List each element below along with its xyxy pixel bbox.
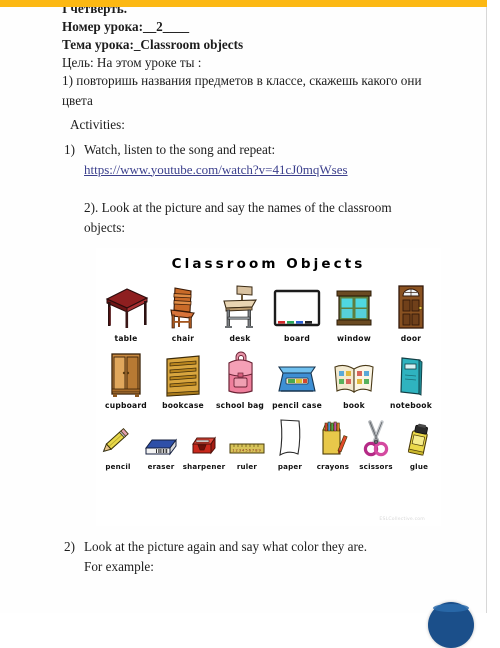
cupboard-icon: [98, 351, 155, 397]
activity-2: 2). Look at the picture and say the name…: [84, 200, 392, 235]
poster-label: chair: [171, 334, 195, 343]
poster-label: door: [400, 334, 422, 343]
poster-label: bookcase: [162, 401, 204, 410]
notebook-icon: [383, 351, 440, 397]
aim-label: Цель: На этом уроке ты :: [62, 55, 202, 70]
activity-1-marker: 1): [64, 142, 75, 157]
poster-label: desk: [229, 334, 251, 343]
activity-3-text: Look at the picture again and say what c…: [84, 539, 368, 554]
eraser-icon: [140, 418, 183, 458]
poster-item-cupboard: cupboard: [98, 351, 155, 410]
poster-item-glue: glue: [398, 418, 441, 471]
document-page: I четверть. Номер урока:__2____ Тема уро…: [0, 0, 487, 613]
desk-icon: [212, 284, 269, 330]
poster-label: window: [337, 334, 371, 343]
poster-item-bookcase: bookcase: [155, 351, 212, 410]
pencil-case-icon: [269, 351, 326, 397]
poster-item-ruler: 123456789 ruler: [226, 418, 269, 471]
poster-item-chair: chair: [155, 284, 212, 343]
youtube-link[interactable]: https://www.youtube.com/watch?v=41cJ0mqW…: [84, 162, 348, 177]
table-icon: [98, 284, 155, 330]
poster-label: paper: [277, 462, 303, 471]
poster-item-scissors: scissors: [355, 418, 398, 471]
crayons-icon: [312, 418, 355, 458]
lesson-topic-heading: Тема урока:_Classroom objects: [62, 37, 244, 52]
poster-label: table: [114, 334, 138, 343]
activity-1-text: Watch, listen to the song and repeat:: [84, 142, 276, 157]
poster-item-window: window: [326, 284, 383, 343]
poster-item-door: door: [383, 284, 440, 343]
lesson-number-heading: Номер урока:__2____: [62, 19, 190, 34]
top-accent-bar: [0, 0, 487, 7]
activities-label: Activities:: [70, 117, 125, 132]
poster-label: cupboard: [105, 401, 147, 410]
poster-item-notebook: notebook: [383, 351, 440, 410]
right-gutter[interactable]: [486, 0, 500, 613]
poster-label: pencil: [105, 462, 131, 471]
poster-label: sharpener: [182, 462, 226, 471]
scissors-icon: [355, 418, 398, 458]
aim-item-1: 1) повторишь названия предметов в классе…: [62, 73, 422, 108]
poster-label: pencil case: [272, 401, 322, 410]
poster-item-board: board: [269, 284, 326, 343]
book-icon: [326, 351, 383, 397]
poster-item-book: book: [326, 351, 383, 410]
poster-label: board: [284, 334, 310, 343]
poster-label: notebook: [390, 401, 432, 410]
floating-action-button[interactable]: [428, 602, 474, 648]
ruler-icon: 123456789: [226, 418, 269, 458]
poster-label: crayons: [316, 462, 350, 471]
poster-label: eraser: [147, 462, 175, 471]
paper-icon: [269, 418, 312, 458]
activity-1: 1) Watch, listen to the song and repeat: …: [64, 140, 464, 179]
chair-icon: [155, 284, 212, 330]
poster-row-2: cupboard bookcase school bag pencil case…: [96, 351, 441, 410]
ruler-digits: 123456789: [232, 449, 262, 453]
school-bag-icon: [212, 351, 269, 397]
pencil-icon: [97, 418, 140, 458]
activity-3-marker: 2): [64, 539, 75, 554]
poster-label: school bag: [215, 401, 265, 410]
board-icon: [269, 284, 326, 330]
bookcase-icon: [155, 351, 212, 397]
activity-3-sub: For example:: [84, 558, 154, 574]
poster-label: scissors: [359, 462, 393, 471]
window-icon: [326, 284, 383, 330]
poster-item-eraser: eraser: [140, 418, 183, 471]
sharpener-icon: [183, 418, 226, 458]
poster-title: Classroom Objects: [171, 256, 366, 272]
poster-item-sharpener: sharpener: [183, 418, 226, 471]
poster-item-desk: desk: [212, 284, 269, 343]
classroom-objects-poster: Classroom Objects table chair desk board…: [96, 248, 441, 526]
poster-watermark: ESLCollective.com: [379, 517, 425, 522]
poster-item-pencil-case: pencil case: [269, 351, 326, 410]
glue-icon: [398, 418, 441, 458]
poster-label: book: [343, 401, 365, 410]
poster-label: ruler: [236, 462, 258, 471]
poster-item-table: table: [98, 284, 155, 343]
poster-item-crayons: crayons: [312, 418, 355, 471]
poster-item-pencil: pencil: [97, 418, 140, 471]
poster-label: glue: [409, 462, 429, 471]
poster-item-school-bag: school bag: [212, 351, 269, 410]
poster-item-paper: paper: [269, 418, 312, 471]
door-icon: [383, 284, 440, 330]
poster-row-3: pencil eraser sharpener 123456789 ruler …: [96, 418, 441, 471]
activity-3: 2) Look at the picture again and say what…: [64, 537, 464, 576]
poster-row-1: table chair desk board window door: [96, 284, 441, 343]
